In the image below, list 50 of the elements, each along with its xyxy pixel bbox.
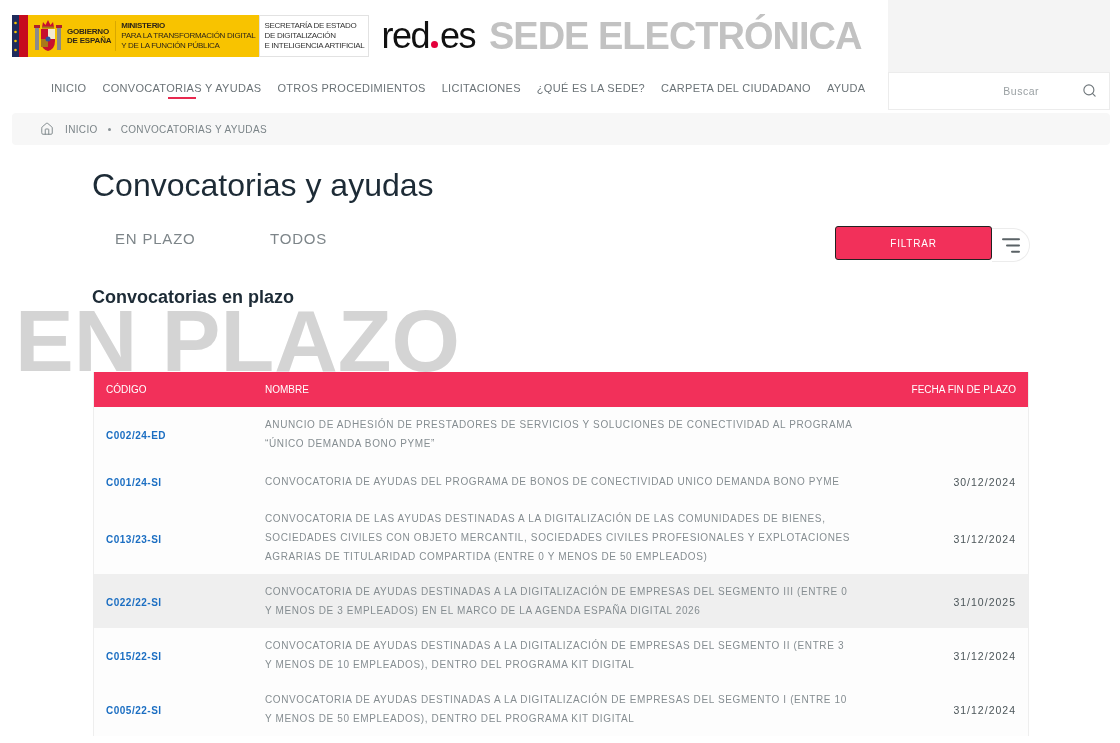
table-cell-text: CONVOCATORIA DE AYUDAS DESTINADAS A LA DIGITALIZACIÓN DE EMPRESAS DEL SEGMENTO I (ENTRE 10 Y MENOS DE 50 EMPLEADOS), DENTRO DEL PROGRAMA KIT DIGITAL: [265, 692, 848, 726]
deadline-text: 31/10/2025: [953, 596, 1016, 608]
logo-text: MINISTERIO: [121, 21, 166, 31]
logo-text: SECRETARÍA DE ESTADO: [264, 21, 358, 31]
tab[interactable]: TODOS: [247, 226, 402, 252]
coat-of-arms-icon: [34, 19, 62, 53]
logo-text: Y DE LA FUNCIÓN PÚBLICA: [121, 41, 221, 51]
page-title: Convocatorias y ayudas: [92, 166, 435, 205]
nav-link[interactable]: CARPETA DEL CIUDADANO: [660, 72, 811, 104]
deadline-text: 30/12/2024: [953, 476, 1016, 488]
tab[interactable]: EN PLAZO: [92, 226, 247, 252]
code-link[interactable]: C015/22-SI: [106, 651, 162, 662]
deadline-text: 31/12/2024: [953, 532, 1016, 545]
column-header: FECHA FIN DE PLAZO: [911, 383, 1017, 397]
nav-link[interactable]: OTROS PROCEDIMIENTOS: [277, 72, 426, 104]
logo-text: PARA LA TRANSFORMACIÓN DIGITAL: [121, 31, 256, 41]
code-link[interactable]: C002/24-ED: [106, 430, 167, 441]
table-cell-text: CONVOCATORIA DE AYUDAS DEL PROGRAMA DE BONOS DE CONECTIVIDAD UNICO DEMANDA BONO PYME: [265, 474, 841, 489]
filter-button[interactable]: FILTRAR: [835, 226, 992, 260]
deadline-text: 31/12/2024: [953, 650, 1016, 662]
nav-link[interactable]: ¿QUÉ ES LA SEDE?: [536, 72, 645, 104]
column-header: NOMBRE: [265, 383, 310, 397]
nav-link[interactable]: AYUDA: [826, 72, 866, 104]
search-icon[interactable]: [1082, 83, 1097, 98]
section-title: Convocatorias en plazo: [92, 286, 296, 309]
filter-icon: [1001, 237, 1020, 253]
logo-text: GOBIERNO: [67, 27, 110, 36]
code-link[interactable]: C013/23-SI: [106, 533, 162, 545]
logo-text: E INTELIGENCIA ARTIFICIAL: [264, 41, 365, 51]
table-cell-text: CONVOCATORIA DE AYUDAS DESTINADAS A LA DIGITALIZACIÓN DE EMPRESAS DEL SEGMENTO III (ENTRE 0 Y MENOS DE 3 EMPLEADOS) EN EL MARCO DE LA AGENDA ESPAÑA DIGITAL 2026: [265, 584, 849, 618]
logo-text: DE ESPAÑA: [67, 36, 112, 45]
breadcrumb-link[interactable]: INICIO: [65, 121, 98, 137]
home-icon[interactable]: [40, 122, 54, 136]
logo-text: red: [381, 18, 429, 54]
table-cell-text: ANUNCIO DE ADHESIÓN DE PRESTADORES DE SERVICIOS Y SOLUCIONES DE CONECTIVIDAD AL PROGRAMA “ÚNICO DEMANDA BONO PYME”: [265, 417, 853, 451]
table-cell-text: CONVOCATORIA DE LAS AYUDAS DESTINADAS A LA DIGITALIZACIÓN DE LAS COMUNIDADES DE BIENES, SOCIEDADES CIVILES CON OBJETO MERCANTIL, SOCIEDADES CIVILES PROFESIONALES Y EXPLOTACIONES AGRARIAS DE TITULARIDAD COMPARTIDA (ENTRE 0 Y MENOS DE 50 EMPLEADOS): [265, 511, 852, 564]
logo-text: es: [439, 18, 475, 54]
code-link[interactable]: C022/22-SI: [106, 597, 162, 608]
nav-link[interactable]: CONVOCATORIAS Y AYUDAS: [102, 72, 262, 104]
code-link[interactable]: C001/24-SI: [106, 477, 162, 488]
logo-text: DE DIGITALIZACIÓN: [264, 31, 337, 41]
code-link[interactable]: C005/22-SI: [106, 705, 162, 716]
deadline-text: 31/12/2024: [953, 704, 1016, 716]
search-field[interactable]: Buscar: [888, 72, 1110, 110]
column-header: CÓDIGO: [105, 382, 148, 397]
nav-link[interactable]: INICIO: [51, 72, 87, 104]
nav-link[interactable]: LICITACIONES: [441, 72, 521, 104]
table-cell-text: CONVOCATORIA DE AYUDAS DESTINADAS A LA DIGITALIZACIÓN DE EMPRESAS DEL SEGMENTO II (ENTRE 3 Y MENOS DE 10 EMPLEADOS), DENTRO DEL PROGRAMA KIT DIGITAL: [265, 638, 846, 672]
filter-options-button[interactable]: [992, 228, 1030, 262]
breadcrumb-current[interactable]: CONVOCATORIAS Y AYUDAS: [120, 121, 267, 137]
